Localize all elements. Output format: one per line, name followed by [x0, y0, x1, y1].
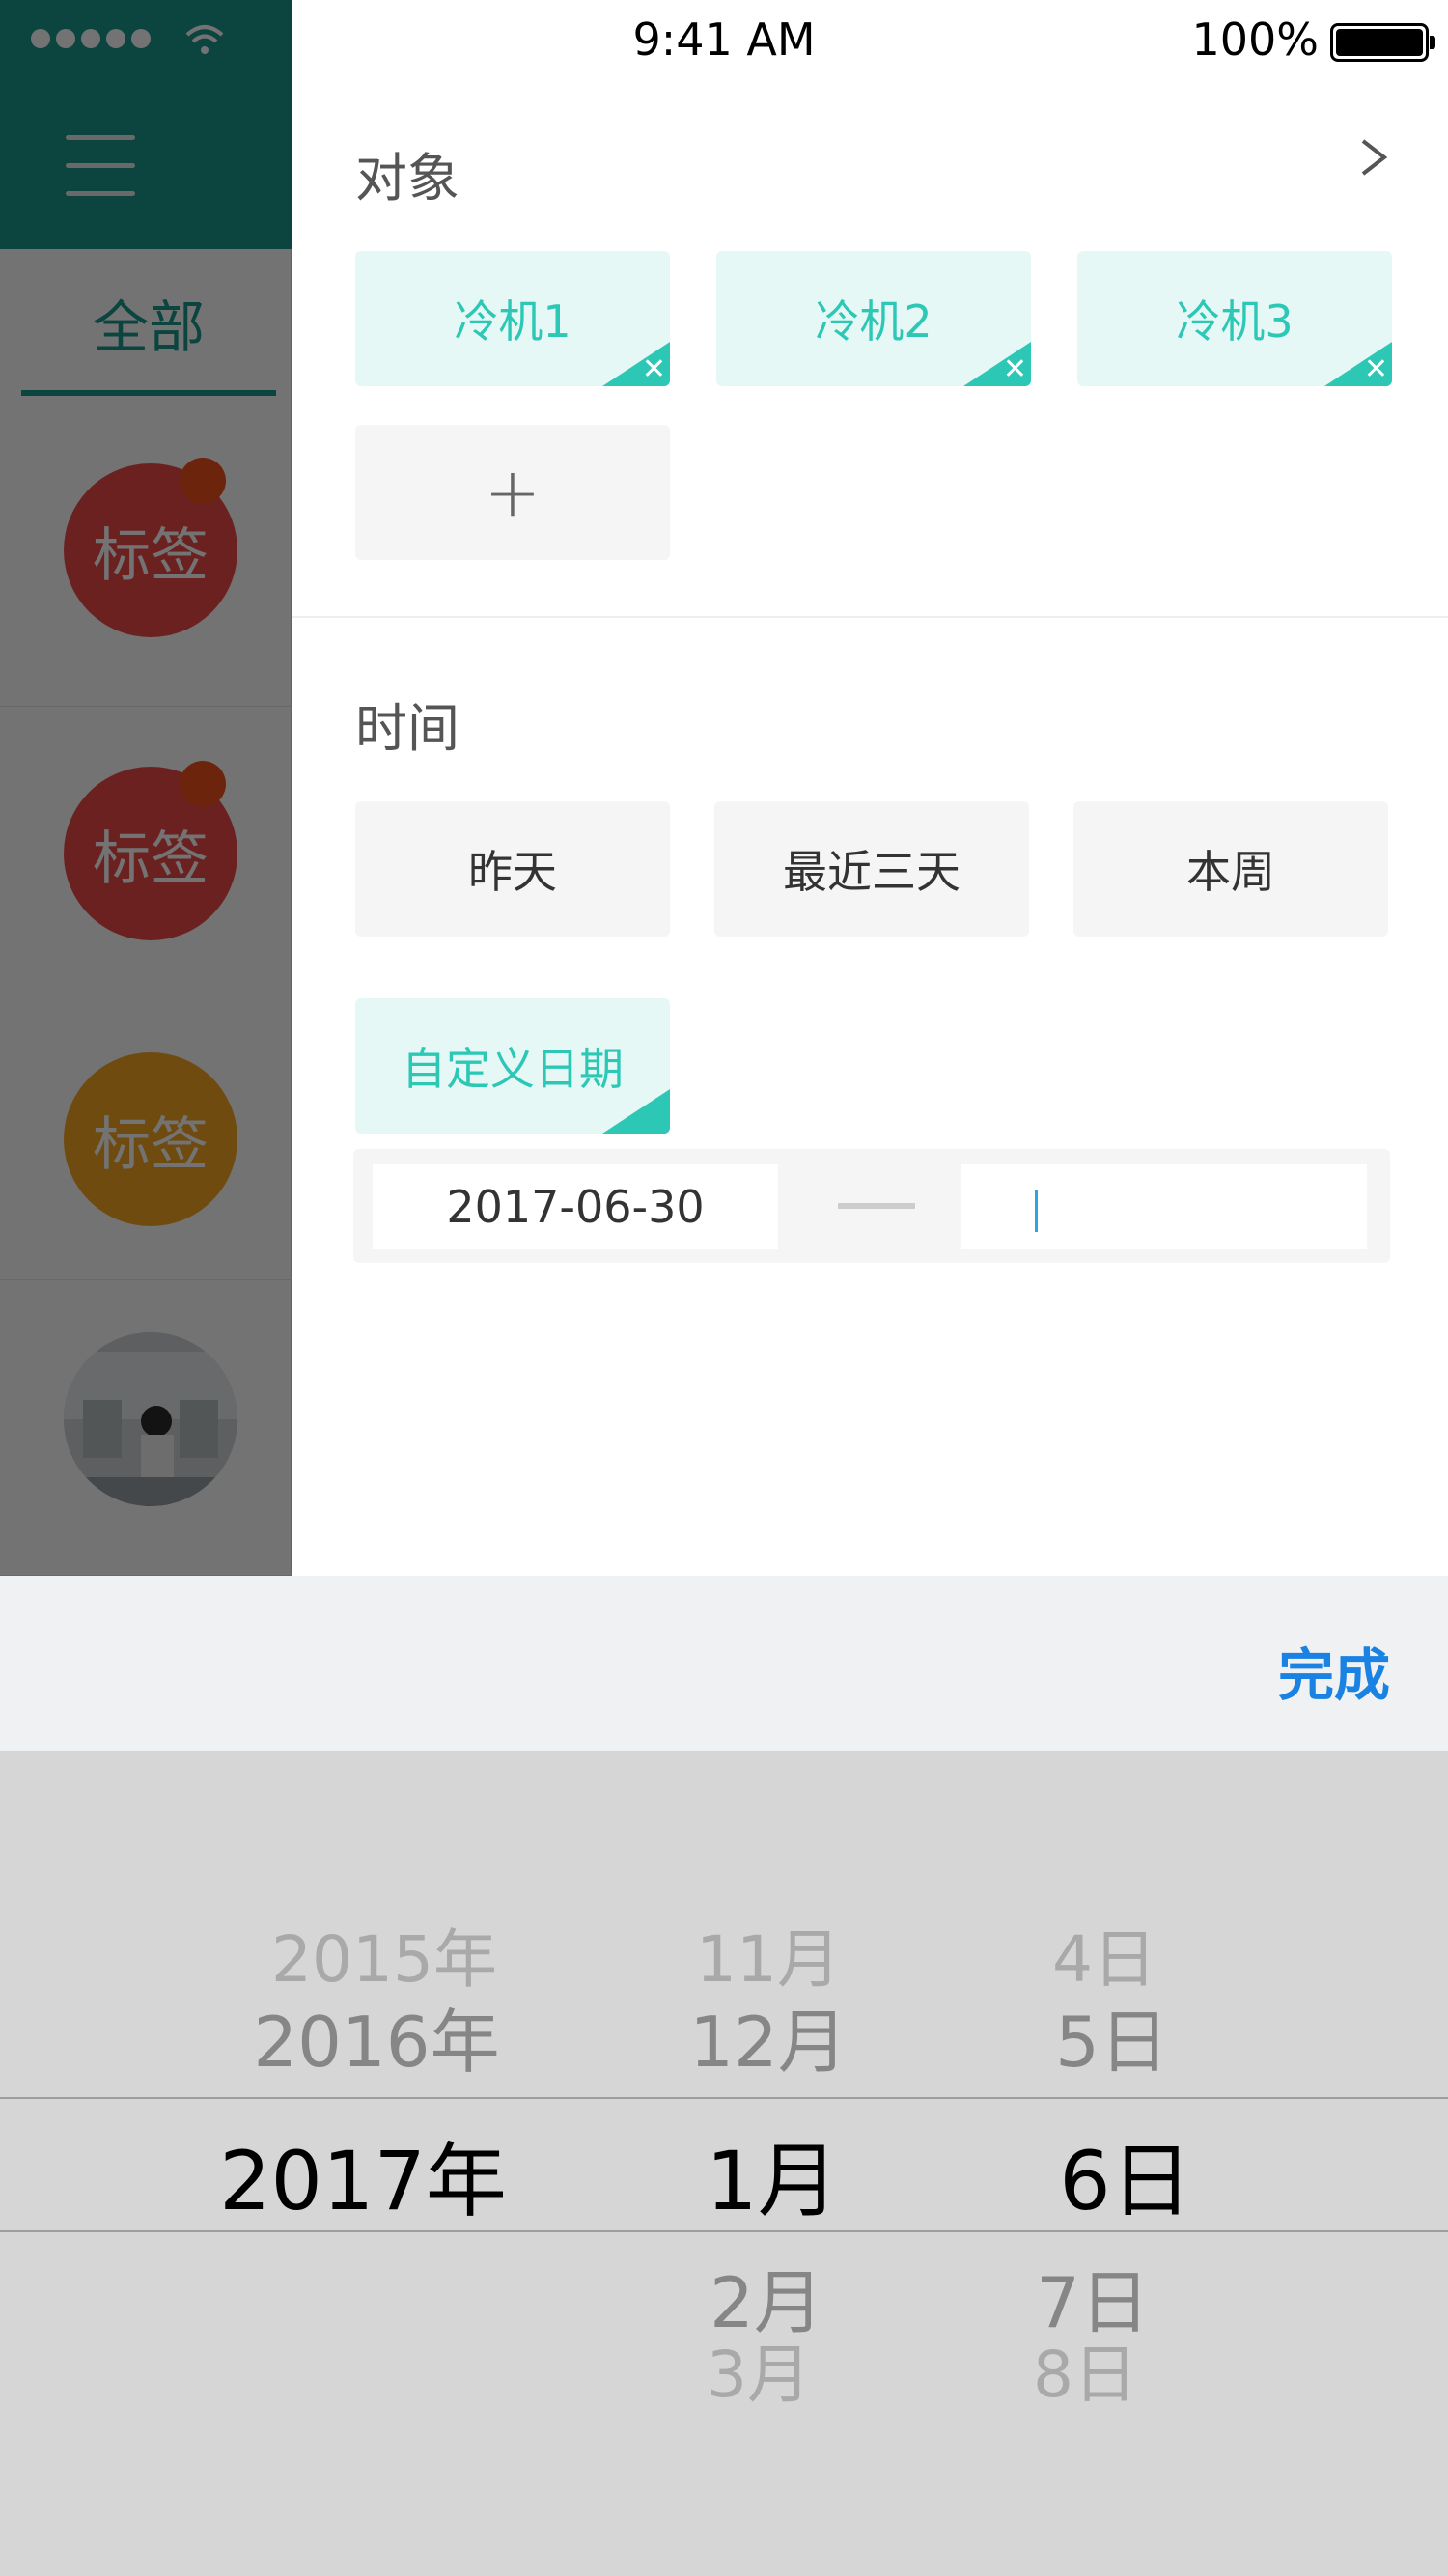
add-object-button[interactable]: +	[355, 425, 670, 560]
picker-month-option[interactable]: 3月	[585, 2323, 933, 2416]
time-option-label: 昨天	[468, 846, 557, 898]
time-option-label: 自定义日期	[402, 1043, 624, 1095]
status-time: 9:41 AM	[632, 14, 816, 66]
start-date-value: 2017-06-30	[446, 1181, 705, 1233]
object-chip-label: 冷机2	[815, 295, 933, 348]
start-date-field[interactable]: 2017-06-30	[373, 1164, 778, 1249]
object-section-title: 对象	[355, 148, 459, 209]
remove-icon[interactable]: ✕	[1003, 355, 1027, 384]
picker-day-option[interactable]: 8日	[911, 2323, 1259, 2416]
dim-overlay[interactable]	[0, 0, 292, 1576]
object-chip-label: 冷机3	[1176, 295, 1294, 348]
remove-icon[interactable]: ✕	[642, 355, 666, 384]
time-option-last-three-days[interactable]: 最近三天	[714, 801, 1029, 937]
done-button[interactable]: 完成	[1278, 1630, 1390, 1711]
time-option-this-week[interactable]: 本周	[1073, 801, 1388, 937]
object-chip[interactable]: 冷机1 ✕	[355, 251, 670, 386]
time-option-label: 本周	[1186, 846, 1275, 898]
battery-percent: 100%	[1191, 14, 1319, 66]
end-date-field[interactable]	[961, 1164, 1367, 1249]
picker-year-selected[interactable]: 2017年	[189, 2116, 537, 2233]
section-divider	[292, 616, 1448, 618]
time-option-label: 最近三天	[783, 846, 961, 898]
picker-toolbar: 完成	[0, 1576, 1448, 1751]
time-option-custom-date[interactable]: 自定义日期	[355, 998, 670, 1134]
time-section-title: 时间	[355, 698, 459, 759]
battery-icon	[1330, 23, 1435, 62]
object-chip[interactable]: 冷机2 ✕	[716, 251, 1031, 386]
date-range: 2017-06-30	[353, 1149, 1390, 1263]
selected-corner	[602, 1089, 670, 1134]
object-chip[interactable]: 冷机3 ✕	[1077, 251, 1392, 386]
picker-day-selected[interactable]: 6日	[952, 2116, 1299, 2233]
range-dash	[838, 1203, 915, 1209]
picker-year-option[interactable]: 2016年	[203, 1985, 550, 2086]
date-picker[interactable]: 2015年 2016年 2017年 11月 12月 1月 2月 3月 4日 5日…	[0, 1751, 1448, 2576]
object-chip-label: 冷机1	[454, 295, 571, 348]
time-option-yesterday[interactable]: 昨天	[355, 801, 670, 937]
text-cursor	[1035, 1190, 1038, 1232]
picker-month-option[interactable]: 12月	[595, 1985, 942, 2086]
chevron-right-icon[interactable]	[1357, 135, 1390, 180]
picker-day-option[interactable]: 5日	[938, 1985, 1286, 2086]
remove-icon[interactable]: ✕	[1364, 355, 1388, 384]
selection-line-top	[0, 2097, 1448, 2099]
plus-icon: +	[484, 453, 542, 532]
picker-month-selected[interactable]: 1月	[599, 2116, 946, 2233]
